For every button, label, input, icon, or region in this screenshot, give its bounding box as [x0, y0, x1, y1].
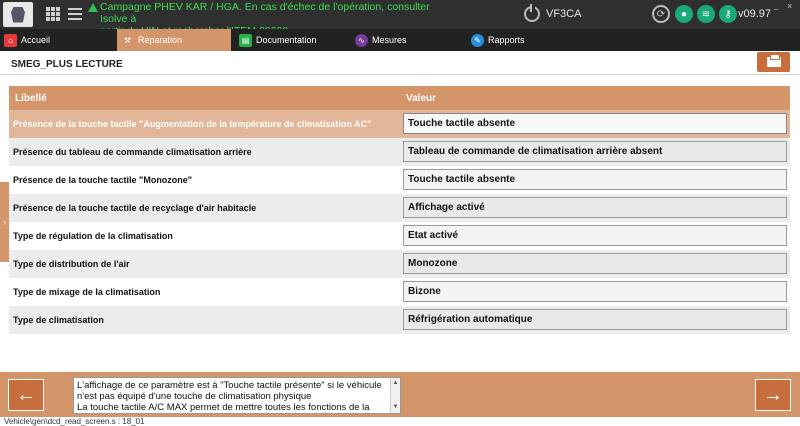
- print-button[interactable]: [757, 52, 790, 72]
- help-line: L'affichage de ce paramètre est à "Touch…: [77, 380, 382, 391]
- lion-icon: [11, 6, 25, 23]
- row-label: Type de climatisation: [13, 315, 104, 325]
- main-nav: ⌂ Accueil ⚒ Réparation ▤ Documentation ∿…: [0, 29, 800, 51]
- tab-rapports[interactable]: ✎ Rapports: [467, 29, 579, 51]
- key-icon[interactable]: ⚷: [719, 5, 737, 23]
- help-scrollbar[interactable]: ▲ ▼: [390, 378, 400, 413]
- tab-mesures[interactable]: ∿ Mesures: [351, 29, 463, 51]
- scroll-down-icon[interactable]: ▼: [393, 402, 399, 413]
- tab-label: Rapports: [488, 35, 525, 45]
- table-row[interactable]: Présence du tableau de commande climatis…: [9, 138, 790, 166]
- table-row[interactable]: Type de climatisation Réfrigération auto…: [9, 306, 790, 334]
- wrench-icon: ⚒: [123, 35, 132, 45]
- minimize-icon[interactable]: _: [774, 1, 784, 10]
- divider: [0, 74, 800, 75]
- printer-icon: [766, 54, 781, 67]
- user-icon[interactable]: ●: [675, 5, 693, 23]
- row-value: Tableau de commande de climatisation arr…: [403, 141, 787, 162]
- row-label: Présence de la touche tactile "Monozone": [13, 175, 193, 185]
- next-button[interactable]: →: [755, 379, 791, 411]
- close-icon[interactable]: ×: [787, 1, 797, 11]
- tab-label: Mesures: [372, 35, 407, 45]
- tab-label: Documentation: [256, 35, 317, 45]
- version-label: v09.97: [738, 8, 772, 20]
- bottom-bar: ← L'affichage de ce paramètre est à "Tou…: [0, 372, 800, 417]
- row-value: Touche tactile absente: [403, 169, 787, 190]
- tab-reparation[interactable]: ⚒ Réparation: [117, 29, 231, 51]
- help-line: La touche tactile A/C MAX permet de mett…: [77, 402, 370, 413]
- power-icon[interactable]: [524, 4, 540, 22]
- row-value: Monozone: [403, 253, 787, 274]
- row-value: Affichage activé: [403, 197, 787, 218]
- list-icon[interactable]: [68, 7, 82, 21]
- scroll-up-icon[interactable]: ▲: [393, 378, 399, 389]
- tab-label: Accueil: [21, 35, 51, 45]
- wifi-icon[interactable]: ≋: [697, 5, 715, 23]
- refresh-icon[interactable]: ⟳: [652, 5, 670, 23]
- tab-accueil[interactable]: ⌂ Accueil: [0, 29, 115, 51]
- arrow-left-icon: ←: [16, 383, 36, 406]
- script-path: Vehicle\gen\dcd_read_screen.s : 18_01: [4, 417, 145, 426]
- chat-icon: ✎: [471, 33, 484, 47]
- parameters-table: Libellé Valeur Présence de la touche tac…: [9, 86, 790, 334]
- chevron-right-icon: ›: [3, 217, 6, 227]
- row-label: Présence de la touche tactile de recycla…: [13, 203, 257, 213]
- peugeot-logo: [3, 2, 33, 27]
- warning-icon: [88, 3, 98, 12]
- home-icon: ⌂: [4, 33, 17, 47]
- row-value: Touche tactile absente: [403, 113, 787, 134]
- row-label: Type de distribution de l'air: [13, 259, 130, 269]
- table-header: Libellé Valeur: [9, 86, 790, 110]
- row-label: Présence de la touche tactile "Augmentat…: [13, 119, 372, 129]
- row-label: Présence du tableau de commande climatis…: [13, 147, 252, 157]
- header-label: Libellé: [15, 93, 47, 104]
- help-text-box[interactable]: L'affichage de ce paramètre est à "Touch…: [73, 377, 401, 414]
- arrow-right-icon: →: [763, 383, 783, 406]
- table-row[interactable]: Type de régulation de la climatisation E…: [9, 222, 790, 250]
- header-value: Valeur: [406, 93, 437, 104]
- top-bar: Campagne PHEV KAR / HGA. En cas d'échec …: [0, 0, 800, 37]
- tab-label: Réparation: [138, 35, 183, 45]
- vin-label: VF3CA: [546, 8, 582, 20]
- campaign-line-1: Campagne PHEV KAR / HGA. En cas d'échec …: [100, 1, 430, 25]
- grid-icon[interactable]: [46, 7, 60, 21]
- table-row[interactable]: Type de mixage de la climatisation Bizon…: [9, 278, 790, 306]
- row-label: Type de mixage de la climatisation: [13, 287, 161, 297]
- table-row[interactable]: Présence de la touche tactile "Augmentat…: [9, 110, 790, 138]
- table-row[interactable]: Type de distribution de l'air Monozone: [9, 250, 790, 278]
- waveform-icon: ∿: [355, 33, 368, 47]
- table-row[interactable]: Présence de la touche tactile de recycla…: [9, 194, 790, 222]
- row-label: Type de régulation de la climatisation: [13, 231, 173, 241]
- book-icon: ▤: [239, 33, 252, 47]
- page-title: SMEG_PLUS LECTURE: [11, 59, 123, 70]
- table-row[interactable]: Présence de la touche tactile "Monozone"…: [9, 166, 790, 194]
- row-value: Etat activé: [403, 225, 787, 246]
- back-button[interactable]: ←: [8, 379, 44, 411]
- row-value: Bizone: [403, 281, 787, 302]
- tab-documentation[interactable]: ▤ Documentation: [235, 29, 347, 51]
- help-line: n'est pas équipé d'une touche de climati…: [77, 391, 312, 402]
- row-value: Réfrigération automatique: [403, 309, 787, 330]
- side-panel-toggle[interactable]: ›: [0, 182, 9, 262]
